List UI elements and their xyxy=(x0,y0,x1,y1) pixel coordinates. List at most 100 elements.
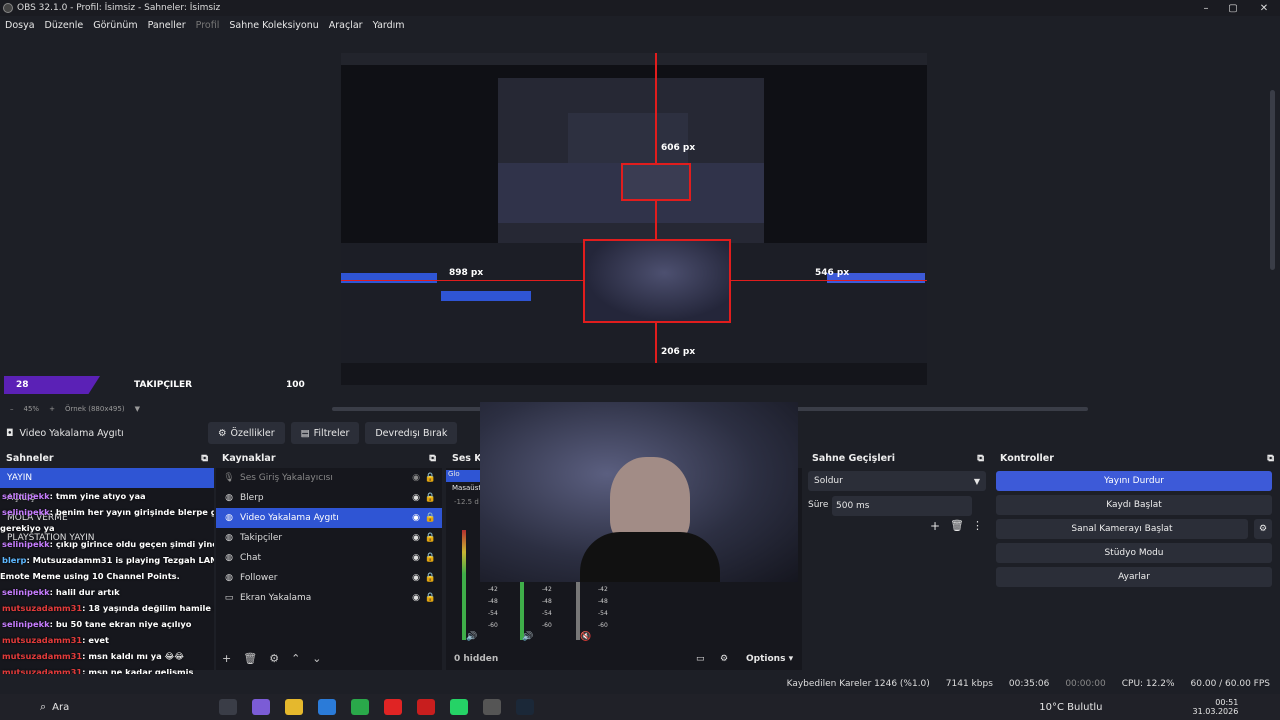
youtube-icon[interactable] xyxy=(384,699,403,715)
chat-message: mutsuzadamm31: 18 yaşında değilim hamile… xyxy=(0,600,214,616)
chrome-icon[interactable] xyxy=(351,699,370,715)
lock-icon[interactable]: 🔒 xyxy=(425,513,436,523)
fps: 60.00 / 60.00 FPS xyxy=(1190,679,1270,689)
scenes-title: Sahneler xyxy=(6,452,54,464)
mixer-tick: -60 xyxy=(542,622,552,629)
source-item[interactable]: ◍ Blerp ◉ 🔒 xyxy=(216,488,442,508)
maximize-button[interactable]: ▢ xyxy=(1217,0,1249,16)
visibility-eye-icon[interactable]: ◉ xyxy=(412,573,420,583)
gear-icon[interactable]: ⚙ xyxy=(269,652,279,665)
scene-item-yayin[interactable]: YAYIN xyxy=(0,468,214,488)
visibility-eye-icon[interactable]: ◉ xyxy=(412,593,420,603)
start-virtual-camera-button[interactable]: Sanal Kamerayı Başlat xyxy=(996,519,1248,539)
obs-taskbar-icon[interactable] xyxy=(483,699,502,715)
person-shirt xyxy=(580,532,720,582)
mixer-tick: -48 xyxy=(542,598,552,605)
lock-icon[interactable]: 🔒 xyxy=(425,533,436,543)
source-item[interactable]: ▭ Ekran Yakalama ◉ 🔒 xyxy=(216,588,442,608)
close-button[interactable]: ✕ xyxy=(1248,0,1280,16)
window-title: OBS 32.1.0 - Profil: İsimsiz - Sahneler:… xyxy=(17,3,221,13)
file-explorer-icon[interactable] xyxy=(285,699,304,715)
source-label: Blerp xyxy=(240,493,264,503)
mixer-tick: -48 xyxy=(488,598,498,605)
lock-icon[interactable]: 🔒 xyxy=(425,573,436,583)
app-red-icon[interactable] xyxy=(417,699,436,715)
visibility-eye-icon[interactable]: ◉ xyxy=(412,533,420,543)
preview-scrollbar-vertical[interactable] xyxy=(1270,90,1275,270)
properties-button[interactable]: ⚙ Özellikler xyxy=(208,422,285,444)
settings-icon[interactable]: ⚙ xyxy=(720,654,728,664)
chat-username: selinipekk xyxy=(2,587,50,597)
filters-button[interactable]: ▤ Filtreler xyxy=(290,422,360,444)
transition-select[interactable]: Soldur ▼ xyxy=(808,471,986,491)
chat-message: selinipekk: tmm yine atıyo yaa xyxy=(0,488,214,504)
trash-icon[interactable]: 🗑 xyxy=(243,652,257,665)
chat-username: mutsuzadamm31 xyxy=(2,603,83,613)
volume-icon[interactable]: 🔊 xyxy=(522,632,533,642)
lock-icon[interactable]: 🔒 xyxy=(425,553,436,563)
lock-icon[interactable]: 🔒 xyxy=(425,593,436,603)
menu-tools[interactable]: Araçlar xyxy=(324,20,368,31)
stop-streaming-button[interactable]: Yayını Durdur xyxy=(996,471,1272,491)
chat-text: Emote Meme using 10 Channel Points. xyxy=(0,571,180,581)
undock-icon[interactable]: ⧉ xyxy=(201,453,208,464)
start-recording-button[interactable]: Kaydı Başlat xyxy=(996,495,1272,515)
source-item[interactable]: ◍ Takipçiler ◉ 🔒 xyxy=(216,528,442,548)
zoom-out-icon[interactable]: – xyxy=(10,405,14,413)
settings-button[interactable]: Ayarlar xyxy=(996,567,1272,587)
zoom-in-icon[interactable]: + xyxy=(49,405,55,413)
undock-icon[interactable]: ⧉ xyxy=(977,453,984,464)
trash-icon[interactable]: 🗑 xyxy=(950,519,964,532)
store-icon[interactable] xyxy=(318,699,337,715)
zoom-level: 45% xyxy=(23,405,40,413)
source-item[interactable]: ◍ Chat ◉ 🔒 xyxy=(216,548,442,568)
preview-mode[interactable]: Örnek (880x495) xyxy=(65,405,125,413)
menu-profile[interactable]: Profil xyxy=(191,20,225,31)
move-up-icon[interactable]: ⌃ xyxy=(291,652,300,665)
source-item[interactable]: 🎙 Ses Giriş Yakalayıcısı ◉ 🔒 xyxy=(216,468,442,488)
source-item[interactable]: ◍ Video Yakalama Aygıtı ◉ 🔒 xyxy=(216,508,442,528)
add-transition-icon[interactable]: + xyxy=(930,519,940,533)
source-label: Ses Giriş Yakalayıcısı xyxy=(240,473,333,483)
visibility-eye-icon[interactable]: ◉ xyxy=(412,473,420,483)
menu-scene-collection[interactable]: Sahne Koleksiyonu xyxy=(224,20,323,31)
clock[interactable]: 00:51 31.03.2026 xyxy=(1193,698,1239,716)
steam-icon[interactable] xyxy=(516,699,535,715)
visibility-eye-icon[interactable]: ◉ xyxy=(412,553,420,563)
whatsapp-icon[interactable] xyxy=(450,699,469,715)
lock-icon[interactable]: 🔒 xyxy=(425,493,436,503)
search-icon[interactable]: ⌕ xyxy=(40,700,46,714)
volume-icon[interactable]: 🔊 xyxy=(466,632,477,642)
lock-icon[interactable]: 🔒 xyxy=(425,473,436,483)
virtual-camera-settings-icon[interactable]: ⚙ xyxy=(1254,519,1272,539)
duration-input[interactable]: 500 ms xyxy=(832,496,972,516)
visibility-eye-icon[interactable]: ◉ xyxy=(412,513,420,523)
add-icon[interactable]: + xyxy=(222,652,231,665)
undock-icon[interactable]: ⧉ xyxy=(1267,453,1274,464)
source-item[interactable]: ◍ Follower ◉ 🔒 xyxy=(216,568,442,588)
taskbar-search[interactable]: Ara xyxy=(52,702,69,713)
studio-mode-button[interactable]: Stüdyo Modu xyxy=(996,543,1272,563)
program-preview[interactable]: 606 px 898 px 546 px 206 px xyxy=(341,53,927,385)
copilot-icon[interactable] xyxy=(252,699,271,715)
undock-icon[interactable]: ⧉ xyxy=(429,453,436,464)
menu-docks[interactable]: Paneller xyxy=(143,20,191,31)
task-view-icon[interactable] xyxy=(219,699,238,715)
taskbar: ⌕ Ara 10°C Bulutlu 00:51 31.03.2026 xyxy=(0,694,1280,720)
deactivate-button[interactable]: Devredışı Bırak xyxy=(365,422,458,444)
muted-volume-icon[interactable]: 🔇 xyxy=(580,632,591,642)
move-down-icon[interactable]: ⌄ xyxy=(312,652,321,665)
layout-icon[interactable]: ▭ xyxy=(696,654,705,664)
selected-source-bounds[interactable] xyxy=(583,239,731,323)
menu-file[interactable]: Dosya xyxy=(0,20,40,31)
chat-text: : tmm yine atıyo yaa xyxy=(49,491,146,501)
menu-help[interactable]: Yardım xyxy=(368,20,410,31)
camera-icon: ◍ xyxy=(225,513,233,523)
mixer-options-button[interactable]: Options ▾ xyxy=(746,654,793,664)
menu-edit[interactable]: Düzenle xyxy=(40,20,89,31)
menu-view[interactable]: Görünüm xyxy=(88,20,142,31)
weather[interactable]: 10°C Bulutlu xyxy=(1039,702,1102,713)
more-menu-icon[interactable]: ⋮ xyxy=(972,519,983,532)
visibility-eye-icon[interactable]: ◉ xyxy=(412,493,420,503)
chevron-down-icon[interactable]: ▼ xyxy=(135,405,140,413)
